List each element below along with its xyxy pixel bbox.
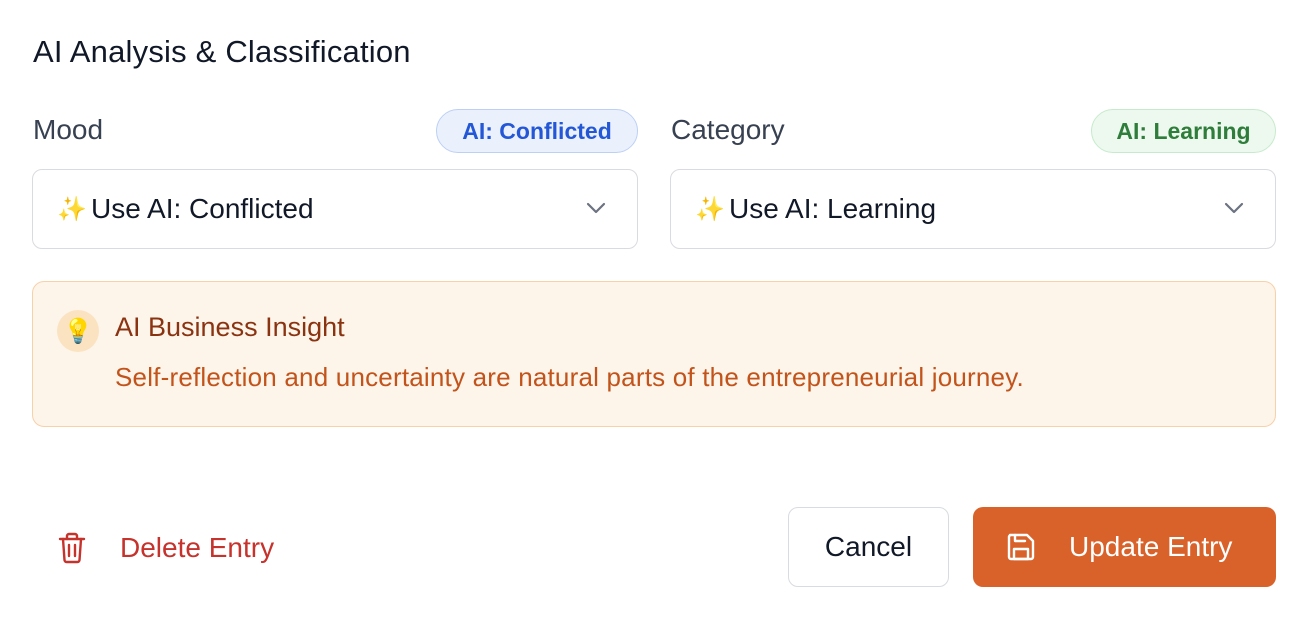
trash-icon (58, 532, 86, 564)
category-select[interactable]: ✨ Use AI: Learning (670, 169, 1276, 249)
lightbulb-icon: 💡 (57, 310, 99, 352)
delete-entry-button[interactable]: Delete Entry (44, 509, 304, 587)
sparkles-icon: ✨ (695, 195, 725, 223)
update-entry-button[interactable]: Update Entry (973, 507, 1276, 587)
insight-title: AI Business Insight (115, 312, 345, 342)
delete-entry-label: Delete Entry (120, 532, 275, 563)
sparkles-icon: ✨ (57, 195, 87, 223)
mood-ai-badge: AI: Conflicted (436, 109, 638, 153)
mood-select-value: Use AI: Conflicted (91, 193, 314, 224)
category-ai-badge: AI: Learning (1091, 109, 1276, 153)
section-title: AI Analysis & Classification (33, 34, 411, 69)
chevron-down-icon (586, 202, 606, 214)
ai-insight-panel: 💡 AI Business Insight Self-reflection an… (32, 281, 1276, 427)
cancel-button[interactable]: Cancel (788, 507, 949, 587)
save-icon (1007, 533, 1035, 561)
chevron-down-icon (1224, 202, 1244, 214)
category-select-value: Use AI: Learning (729, 193, 937, 224)
mood-label: Mood (33, 114, 104, 145)
update-entry-label: Update Entry (1069, 531, 1233, 562)
insight-text: Self-reflection and uncertainty are natu… (115, 362, 1024, 392)
category-label: Category (671, 114, 785, 145)
mood-select[interactable]: ✨ Use AI: Conflicted (32, 169, 638, 249)
